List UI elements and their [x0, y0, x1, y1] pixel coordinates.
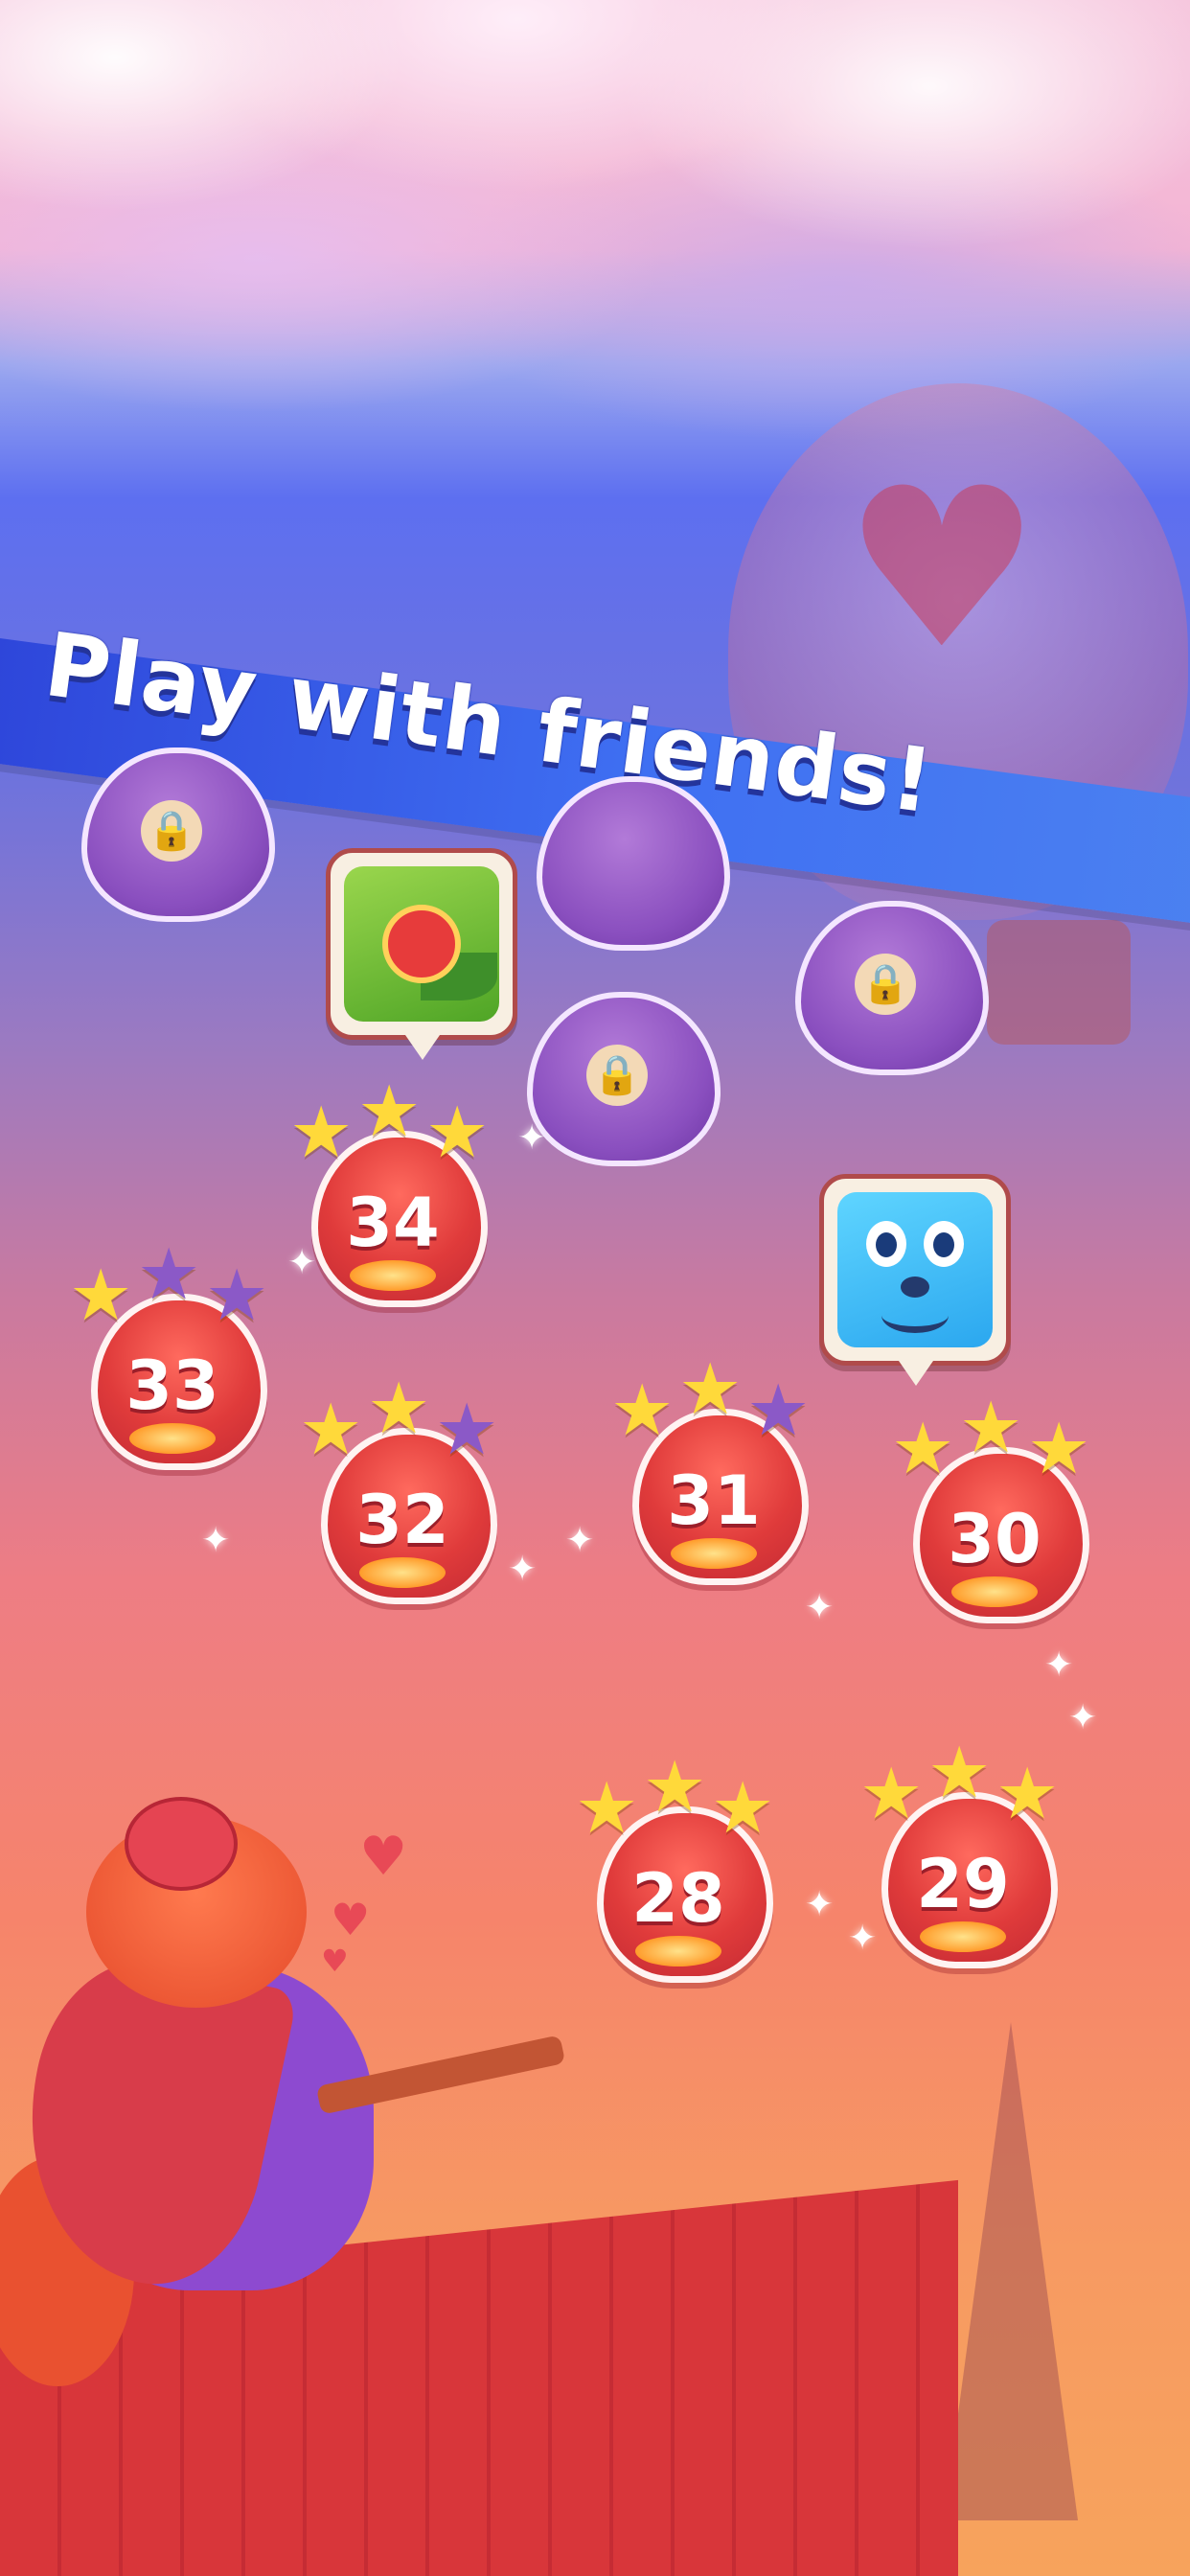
level-node-34[interactable]: ★ ★ ★ 34	[289, 1076, 489, 1307]
locked-level[interactable]	[537, 776, 730, 951]
star-rating: ★ ★ ★	[289, 1076, 489, 1168]
sparkle-icon: ✦	[201, 1521, 231, 1560]
lantern-glow	[671, 1538, 757, 1569]
friend-avatar-blue[interactable]	[819, 1174, 1011, 1386]
lock-icon: 🔒	[586, 1045, 648, 1106]
avatar-pointer	[405, 1035, 440, 1060]
star-icon: ★	[367, 1368, 431, 1450]
sparkle-icon: ✦	[1068, 1698, 1098, 1737]
star-rating: ★ ★ ★	[299, 1373, 498, 1465]
star-icon: ★	[435, 1389, 499, 1471]
star-icon: ★	[927, 1732, 992, 1814]
cloud-layer	[0, 0, 1190, 441]
sparkle-icon: ✦	[517, 1118, 547, 1158]
level-map: ♥ Play with friends! 🔒 🔒 🔒 ★ ★ ★ 34 ★ ★ …	[0, 0, 1190, 2576]
level-node-28[interactable]: ★ ★ ★ 28	[575, 1752, 774, 1983]
star-rating: ★ ★ ★	[859, 1737, 1060, 1835]
locked-heart	[537, 776, 730, 951]
level-number: 30	[948, 1500, 1041, 1578]
smile-icon	[881, 1298, 949, 1333]
star-icon: ★	[959, 1387, 1023, 1469]
star-icon: ★	[69, 1254, 133, 1337]
star-icon: ★	[859, 1753, 924, 1835]
star-icon: ★	[891, 1408, 955, 1490]
star-icon: ★	[678, 1348, 743, 1431]
level-node-31[interactable]: ★ ★ ★ 31	[610, 1354, 810, 1585]
level-number: 31	[667, 1461, 761, 1540]
eye-icon	[866, 1221, 906, 1267]
star-icon: ★	[1027, 1408, 1091, 1490]
balloon-basket	[987, 920, 1131, 1045]
flower-hat-icon	[125, 1797, 238, 1891]
locked-level[interactable]: 🔒	[527, 992, 721, 1166]
sparkle-icon: ✦	[508, 1550, 538, 1589]
heart-icon: ♥	[321, 1943, 349, 1979]
star-rating: ★ ★ ★	[891, 1392, 1091, 1490]
locked-level[interactable]: 🔒	[795, 901, 989, 1075]
lantern-glow	[920, 1921, 1006, 1952]
level-node-33[interactable]: ★ ★ ★ 33	[69, 1239, 268, 1470]
nose-icon	[901, 1276, 929, 1298]
blue-creature-friend-icon	[837, 1192, 993, 1347]
level-node-30[interactable]: ★ ★ ★ 30	[891, 1392, 1090, 1623]
level-number: 29	[916, 1845, 1010, 1923]
lock-icon: 🔒	[141, 800, 202, 862]
lantern-glow	[951, 1576, 1038, 1607]
star-icon: ★	[289, 1092, 354, 1174]
star-icon: ★	[610, 1369, 675, 1452]
lantern-glow	[635, 1936, 721, 1966]
lock-icon: 🔒	[855, 954, 916, 1015]
level-node-32[interactable]: ★ ★ ★ 32	[299, 1373, 498, 1604]
sparkle-icon: ✦	[805, 1885, 835, 1924]
sparkle-icon: ✦	[287, 1243, 317, 1282]
star-rating: ★ ★ ★	[575, 1752, 774, 1844]
level-number: 32	[355, 1481, 449, 1559]
avatar-pointer	[899, 1361, 933, 1386]
lantern-glow	[129, 1423, 216, 1454]
star-rating: ★ ★ ★	[610, 1354, 810, 1446]
star-icon: ★	[995, 1753, 1060, 1835]
star-icon: ★	[137, 1233, 201, 1316]
star-icon: ★	[575, 1767, 639, 1850]
snail-friend-icon	[344, 866, 499, 1022]
sparkle-icon: ✦	[805, 1588, 835, 1627]
star-icon: ★	[425, 1092, 490, 1174]
locked-level[interactable]: 🔒	[81, 748, 275, 922]
level-number: 28	[631, 1859, 725, 1938]
eye-icon	[924, 1221, 964, 1267]
lantern-glow	[359, 1557, 446, 1588]
heart-icon: ♥	[359, 1826, 408, 1888]
star-icon: ★	[746, 1369, 811, 1452]
level-node-29[interactable]: ★ ★ ★ 29	[859, 1737, 1059, 1968]
snail-shell-icon	[382, 905, 461, 983]
star-icon: ★	[299, 1389, 363, 1471]
star-icon: ★	[711, 1767, 775, 1850]
level-number: 33	[126, 1346, 219, 1425]
sparkle-icon: ✦	[848, 1919, 878, 1958]
friend-avatar-snail[interactable]	[326, 848, 517, 1060]
heart-icon: ♥	[331, 1894, 371, 1945]
eiffel-tower	[944, 2022, 1078, 2520]
level-number: 34	[346, 1184, 440, 1262]
lantern-glow	[350, 1260, 436, 1291]
sparkle-icon: ✦	[565, 1521, 595, 1560]
star-rating: ★ ★ ★	[69, 1239, 268, 1331]
star-icon: ★	[205, 1254, 269, 1337]
balloon-heart-icon: ♥	[843, 442, 1041, 698]
sparkle-icon: ✦	[1044, 1645, 1074, 1685]
star-icon: ★	[643, 1746, 707, 1828]
star-icon: ★	[357, 1070, 422, 1153]
